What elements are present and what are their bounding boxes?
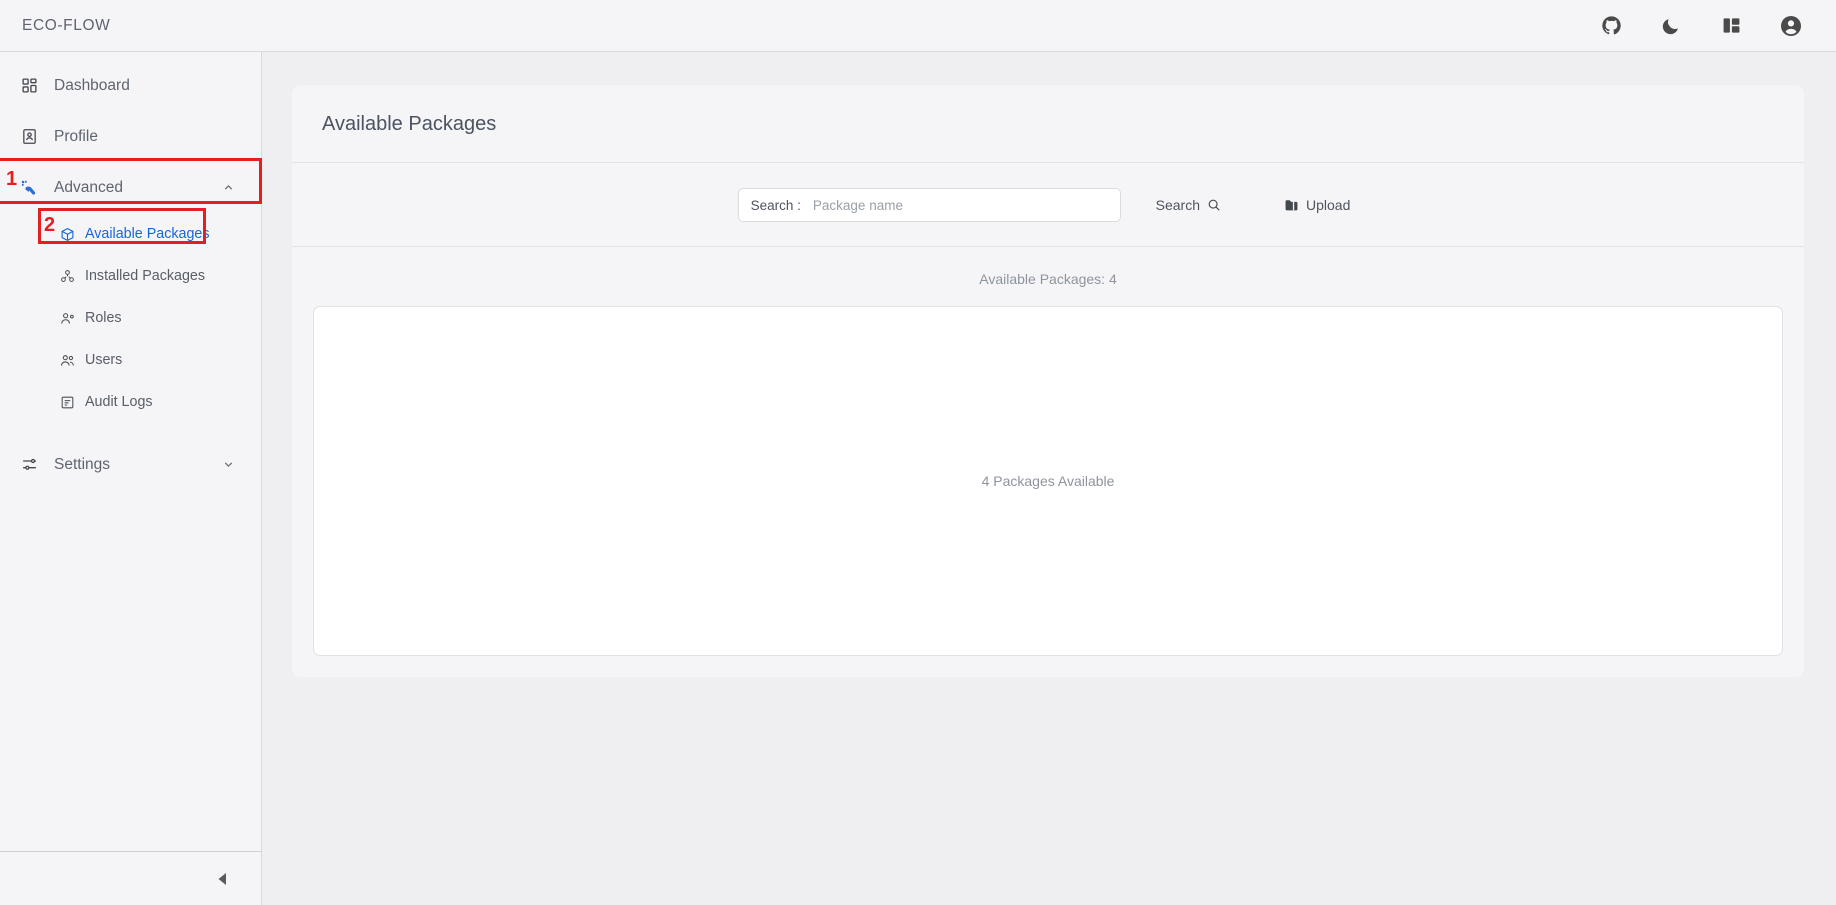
- sidebar-item-dashboard[interactable]: Dashboard: [0, 60, 261, 111]
- sidebar-sub-label: Available Packages: [85, 226, 210, 242]
- package-toolbar: Search : Search Upload: [292, 163, 1804, 247]
- search-input[interactable]: [812, 197, 1108, 213]
- page-title: Available Packages: [292, 85, 1804, 163]
- sliders-icon: [18, 454, 40, 476]
- search-button-label: Search: [1155, 197, 1200, 213]
- advanced-tools-icon: [18, 177, 40, 199]
- available-packages-count: Available Packages: 4: [979, 271, 1117, 287]
- sidebar-footer: [0, 851, 261, 905]
- sidebar-item-label: Advanced: [54, 178, 123, 196]
- annotation-number-1: 1: [6, 168, 18, 190]
- layout-icon[interactable]: [1718, 13, 1744, 39]
- sidebar-navigation: Dashboard Profile Advanced Available Pac…: [0, 52, 262, 905]
- dashboard-grid-icon: [18, 75, 40, 97]
- sidebar-sub-label: Users: [85, 352, 123, 368]
- app-brand-title: ECO-FLOW: [22, 16, 111, 34]
- sidebar-item-label: Dashboard: [54, 76, 130, 94]
- sidebar-item-settings[interactable]: Settings: [0, 439, 261, 490]
- main-content-area: Available Packages Search : Search Uploa…: [263, 52, 1836, 905]
- sidebar-item-label: Settings: [54, 455, 111, 473]
- search-icon: [1207, 198, 1222, 213]
- sidebar-item-advanced[interactable]: Advanced: [0, 162, 261, 213]
- users-icon: [58, 351, 76, 369]
- available-packages-panel: Available Packages Search : Search Uploa…: [292, 85, 1804, 677]
- user-role-icon: [58, 309, 76, 327]
- sidebar-sub-label: Roles: [85, 310, 122, 326]
- sidebar-nav-list: Dashboard Profile Advanced Available Pac…: [0, 52, 261, 490]
- account-circle-icon[interactable]: [1778, 13, 1804, 39]
- upload-folder-icon: [1284, 198, 1299, 213]
- sidebar-item-label: Profile: [54, 127, 98, 145]
- search-field-wrapper[interactable]: Search :: [737, 188, 1121, 222]
- annotation-number-2: 2: [44, 214, 56, 236]
- packages-list-card: 4 Packages Available: [313, 306, 1783, 656]
- header-icon-group: [1598, 13, 1814, 39]
- audit-log-icon: [58, 393, 76, 411]
- sidebar-sub-label: Installed Packages: [85, 268, 206, 284]
- package-cube-icon: [58, 225, 76, 243]
- sidebar-item-users[interactable]: Users: [0, 339, 261, 381]
- chevron-up-icon[interactable]: [221, 181, 235, 195]
- upload-button[interactable]: Upload: [1276, 191, 1358, 219]
- moon-icon[interactable]: [1658, 13, 1684, 39]
- installed-packages-icon: [58, 267, 76, 285]
- collapse-sidebar-button[interactable]: [213, 869, 233, 889]
- top-header-bar: ECO-FLOW: [0, 0, 1836, 52]
- sidebar-item-audit-logs[interactable]: Audit Logs: [0, 381, 261, 423]
- upload-button-label: Upload: [1305, 197, 1351, 213]
- chevron-down-icon[interactable]: [221, 458, 235, 472]
- packages-available-message: 4 Packages Available: [981, 473, 1115, 489]
- sidebar-item-roles[interactable]: Roles: [0, 297, 261, 339]
- sidebar-item-profile[interactable]: Profile: [0, 111, 261, 162]
- sidebar-sub-label: Audit Logs: [85, 394, 153, 410]
- github-icon[interactable]: [1598, 13, 1624, 39]
- profile-card-icon: [18, 126, 40, 148]
- sidebar-item-installed-packages[interactable]: Installed Packages: [0, 255, 261, 297]
- search-button[interactable]: Search: [1148, 191, 1230, 219]
- sidebar-item-available-packages[interactable]: Available Packages: [0, 213, 261, 255]
- search-label: Search :: [750, 197, 801, 213]
